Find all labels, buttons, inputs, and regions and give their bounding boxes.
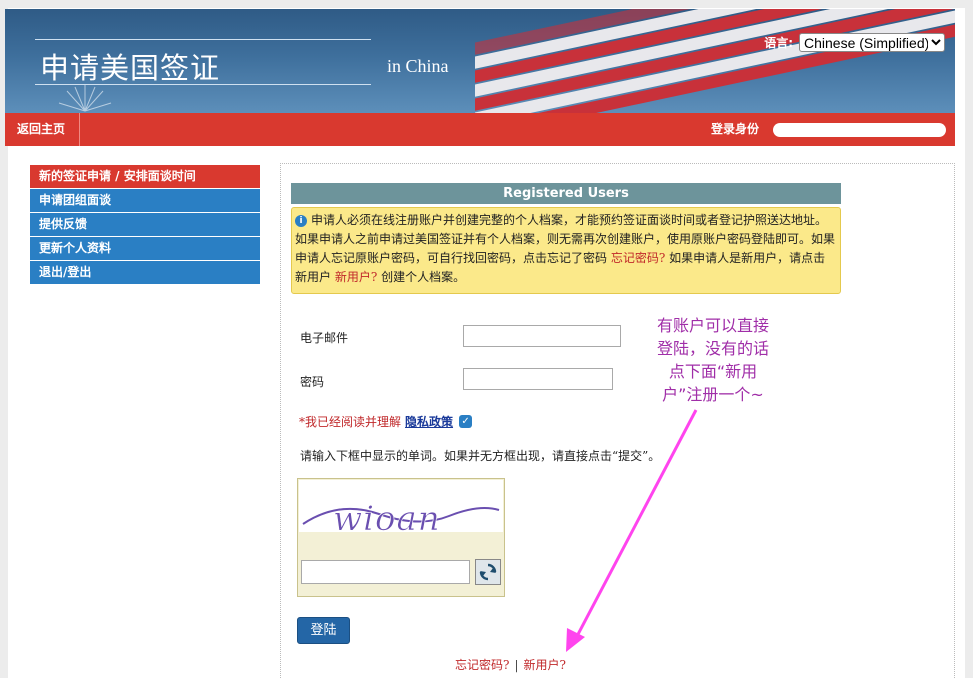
privacy-agreement: *我已经阅读并理解 隐私政策 ✓ xyxy=(299,413,473,430)
flag-graphic xyxy=(475,9,955,113)
notice-forgot-link[interactable]: 忘记密码? xyxy=(611,251,665,265)
captcha-image: wioan xyxy=(299,480,503,550)
sidebar-menu: 新的签证申请 / 安排面谈时间 申请团组面谈 提供反馈 更新个人资料 退出/登出 xyxy=(30,165,260,285)
password-label: 密码 xyxy=(300,375,325,389)
captcha-input[interactable] xyxy=(301,560,470,584)
info-icon: i xyxy=(295,215,307,227)
sidebar-item-group-interview[interactable]: 申请团组面谈 xyxy=(30,189,260,212)
login-id-label: 登录身份 xyxy=(711,122,760,136)
refresh-icon xyxy=(479,563,497,581)
annotation-line-3: 点下面“新用 xyxy=(668,362,758,381)
title-rule-top xyxy=(35,39,371,40)
privacy-required-text: *我已经阅读并理解 xyxy=(299,415,402,429)
annotation-line-1: 有账户可以直接 xyxy=(656,316,769,335)
annotation-line-2: 登陆，没有的话 xyxy=(656,339,769,358)
notice-new-user-link[interactable]: 新用户? xyxy=(335,270,377,284)
bottom-links: 忘记密码? | 新用户? xyxy=(455,656,566,673)
password-field[interactable] xyxy=(463,368,613,390)
section-title: Registered Users xyxy=(291,183,841,204)
forgot-password-link[interactable]: 忘记密码? xyxy=(455,658,509,672)
new-user-link[interactable]: 新用户? xyxy=(523,658,565,672)
login-button[interactable]: 登陆 xyxy=(297,617,350,644)
language-selector: 语言: Chinese (Simplified) xyxy=(764,33,945,52)
captcha-box: wioan xyxy=(297,478,505,597)
redacted-user-id xyxy=(773,123,946,137)
info-notice: i 申请人必须在线注册账户并创建完整的个人档案，才能预约签证面谈时间或者登记护照送… xyxy=(291,207,841,294)
sidebar-item-logout[interactable]: 退出/登出 xyxy=(30,261,260,284)
privacy-policy-link[interactable]: 隐私政策 xyxy=(405,413,453,430)
language-label: 语言: xyxy=(764,36,793,50)
notice-text-3: 创建个人档案。 xyxy=(377,270,466,284)
sidebar-item-update-profile[interactable]: 更新个人资料 xyxy=(30,237,260,260)
title-rule-bottom xyxy=(35,84,371,85)
login-panel: Registered Users i 申请人必须在线注册账户并创建完整的个人档案，… xyxy=(280,163,955,678)
header-banner: 申请美国签证 in China 语言: Chinese (Simplified) xyxy=(5,9,955,113)
sidebar-item-feedback[interactable]: 提供反馈 xyxy=(30,213,260,236)
sidebar-item-new-application[interactable]: 新的签证申请 / 安排面谈时间 xyxy=(30,165,260,188)
annotation-line-4: 户”注册一个~ xyxy=(662,385,764,404)
privacy-checkbox[interactable]: ✓ xyxy=(459,415,473,428)
captcha-word: wioan xyxy=(333,499,441,539)
site-title: 申请美国签证 xyxy=(40,51,221,85)
email-label: 电子邮件 xyxy=(300,331,349,345)
captcha-refresh-button[interactable] xyxy=(475,559,501,585)
language-select[interactable]: Chinese (Simplified) xyxy=(799,33,945,52)
link-separator: | xyxy=(514,658,519,672)
home-link[interactable]: 返回主页 xyxy=(5,113,80,146)
site-subtitle: in China xyxy=(387,56,449,76)
top-nav-bar: 返回主页 登录身份 xyxy=(5,113,955,146)
captcha-hint: 请输入下框中显示的单词。如果并无方框出现，请直接点击“提交”。 xyxy=(300,449,661,463)
email-field[interactable] xyxy=(463,325,621,347)
annotation-note: 有账户可以直接 登陆，没有的话 点下面“新用 户”注册一个~ xyxy=(638,314,788,406)
